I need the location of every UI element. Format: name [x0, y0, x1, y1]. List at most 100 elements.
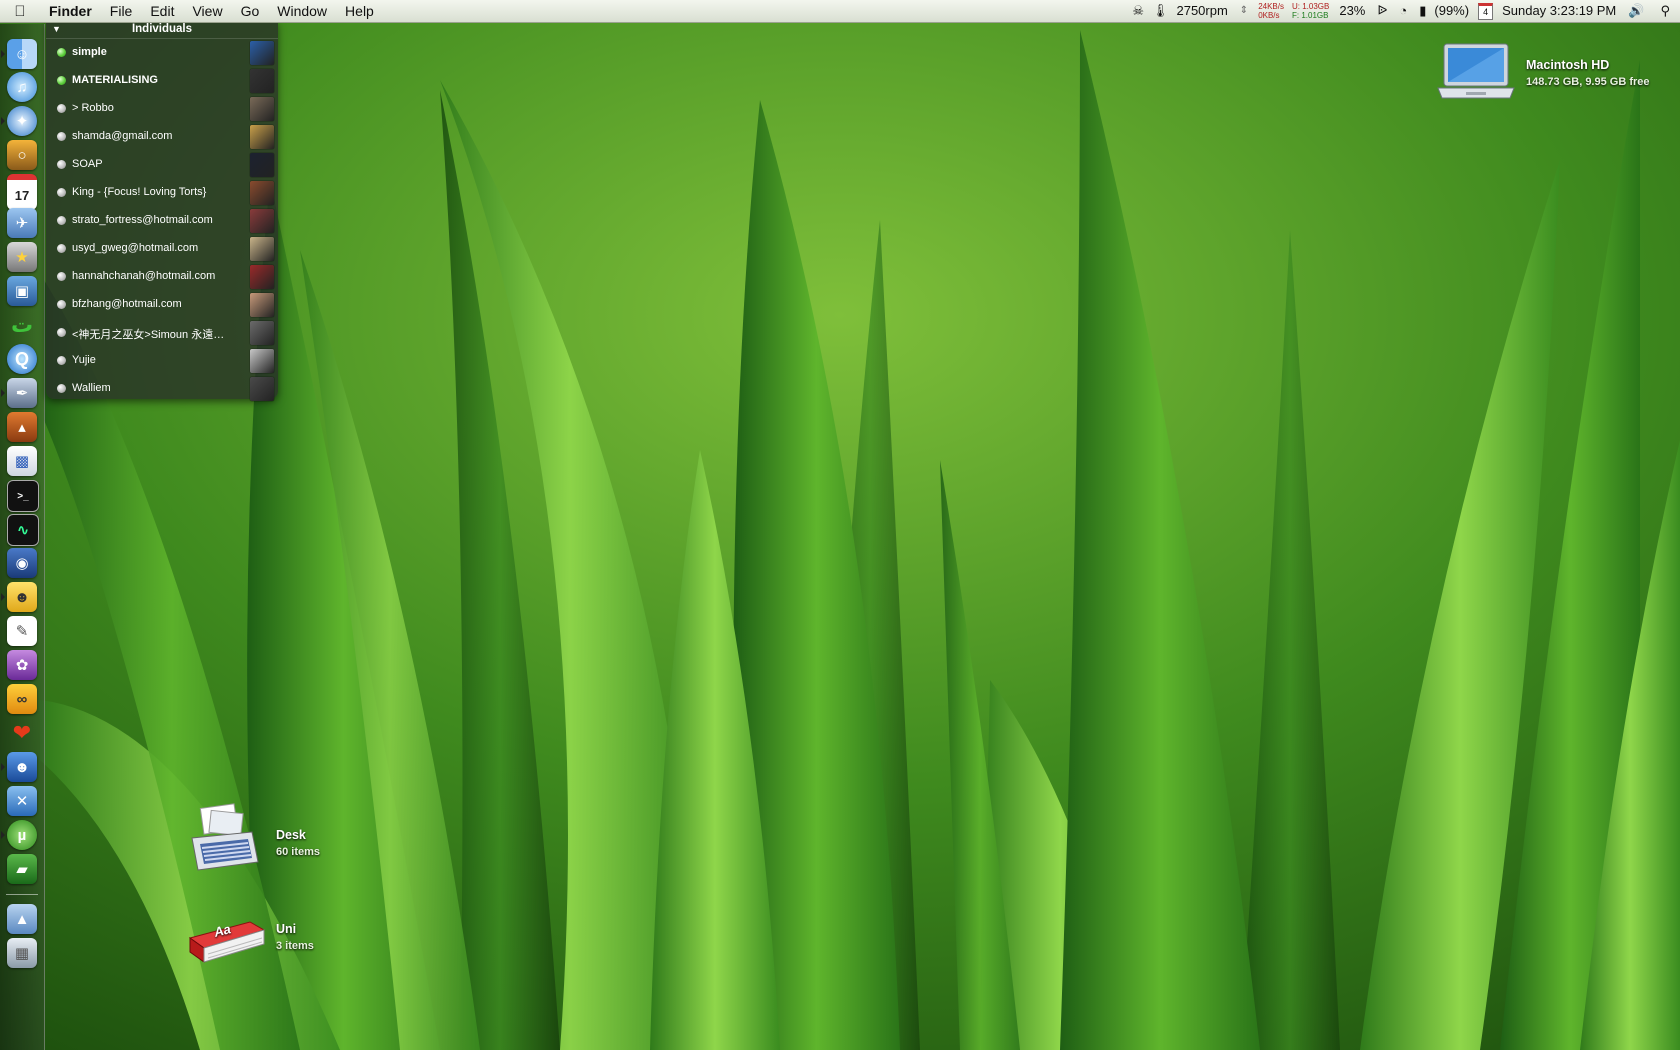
battery-icon[interactable]: ▮: [1413, 0, 1428, 22]
buddy-row[interactable]: strato_fortress@hotmail.com: [46, 207, 278, 235]
photo-booth-icon[interactable]: ▣: [7, 276, 37, 306]
buddy-avatar[interactable]: [250, 293, 274, 317]
preview-icon[interactable]: ✈: [7, 208, 37, 238]
buddy-name: SOAP: [72, 158, 103, 170]
textedit-icon[interactable]: ✎: [7, 616, 37, 646]
buddy-row[interactable]: Yujie: [46, 347, 278, 375]
desk-folder-name: Desk: [276, 828, 306, 842]
bluetooth-icon[interactable]: ᐉ: [1371, 0, 1393, 22]
applications-folder-icon[interactable]: ▲: [7, 904, 37, 934]
keynote-icon[interactable]: ▴: [7, 412, 37, 442]
disclosure-triangle-icon[interactable]: ▼: [52, 21, 61, 38]
green-app-icon[interactable]: ت: [7, 310, 37, 340]
wifi-icon[interactable]: ◔: [1393, 0, 1413, 22]
macintosh-hd[interactable]: Macintosh HD 148.73 GB, 9.95 GB free: [1436, 40, 1680, 110]
running-indicator: [1, 763, 5, 771]
purple-app-icon[interactable]: ✿: [7, 650, 37, 680]
status-dot-icon: [57, 356, 66, 365]
buddy-avatar[interactable]: [250, 349, 274, 373]
thermometer-icon[interactable]: 🌡: [1150, 0, 1171, 22]
cpu-usage-readout[interactable]: 23%: [1333, 0, 1371, 22]
fan-speed-readout[interactable]: 2750rpm: [1170, 0, 1233, 22]
buddy-avatar[interactable]: [250, 237, 274, 261]
buddy-row[interactable]: <神无月之巫女>Simoun 永遠…: [46, 319, 278, 347]
buddy-row[interactable]: bfzhang@hotmail.com: [46, 291, 278, 319]
volume-icon[interactable]: 🔊: [1622, 0, 1650, 22]
fan-stepper-icon[interactable]: ⇕: [1234, 0, 1254, 22]
buddy-row[interactable]: hannahchanah@hotmail.com: [46, 263, 278, 291]
utorrent-icon[interactable]: µ: [7, 820, 37, 850]
buddy-avatar[interactable]: [250, 321, 274, 345]
menu-app-name[interactable]: Finder: [40, 0, 101, 22]
orange-app-icon[interactable]: ∞: [7, 684, 37, 714]
buddy-name: hannahchanah@hotmail.com: [72, 270, 216, 282]
charts-app-icon[interactable]: ▩: [7, 446, 37, 476]
trash-icon[interactable]: ▦: [7, 938, 37, 968]
battery-percent[interactable]: (99%): [1428, 0, 1475, 22]
status-dot-icon: [57, 384, 66, 393]
buddy-name: shamda@gmail.com: [72, 130, 173, 142]
buddy-avatar[interactable]: [250, 265, 274, 289]
buddy-list-window: ▼ Individuals simple MATERIALISING > Robbo…: [46, 21, 278, 401]
hd-name: Macintosh HD: [1526, 58, 1610, 72]
buddy-avatar[interactable]: [250, 97, 274, 121]
buddy-row[interactable]: shamda@gmail.com: [46, 123, 278, 151]
clock[interactable]: Sunday 3:23:19 PM: [1496, 0, 1622, 22]
status-dot-icon: [57, 160, 66, 169]
buddy-avatar[interactable]: [250, 69, 274, 93]
running-indicator: [1, 593, 5, 601]
iphoto-icon[interactable]: ○: [7, 140, 37, 170]
uni-folder[interactable]: Aa Uni 3 items: [186, 908, 356, 988]
menu-file[interactable]: File: [101, 0, 142, 22]
skull-monitor-icon[interactable]: ☠: [1126, 0, 1150, 22]
adium-icon[interactable]: ☻: [7, 582, 37, 612]
buddy-avatar[interactable]: [250, 209, 274, 233]
apple-menu-icon[interactable]: : [0, 3, 40, 20]
buddy-avatar[interactable]: [250, 125, 274, 149]
ical-icon[interactable]: 17: [7, 174, 37, 210]
buddy-row[interactable]: SOAP: [46, 151, 278, 179]
buddy-avatar[interactable]: [250, 181, 274, 205]
star-app-icon[interactable]: ★: [7, 242, 37, 272]
mem-free-readout: F: 1.01GB: [1291, 11, 1329, 20]
pen-app-icon[interactable]: ✒: [7, 378, 37, 408]
buddy-row[interactable]: simple: [46, 39, 278, 67]
spotlight-search-icon[interactable]: ⚲: [1650, 0, 1680, 22]
buddy-avatar[interactable]: [250, 41, 274, 65]
desk-folder[interactable]: Desk 60 items: [186, 802, 356, 882]
status-dot-icon: [57, 216, 66, 225]
xcode-icon[interactable]: ✕: [7, 786, 37, 816]
green-book-icon[interactable]: ▰: [7, 854, 37, 884]
menu-edit[interactable]: Edit: [141, 0, 183, 22]
buddy-row[interactable]: MATERIALISING: [46, 67, 278, 95]
menu-go[interactable]: Go: [232, 0, 269, 22]
itunes-icon[interactable]: ♫: [7, 72, 37, 102]
buddy-name: MATERIALISING: [72, 74, 158, 86]
quicktime-icon[interactable]: Q: [7, 344, 37, 374]
running-indicator: [1, 50, 5, 58]
buddy-group-header[interactable]: ▼ Individuals: [46, 21, 278, 39]
buddy-row[interactable]: Walliem: [46, 375, 278, 403]
buddy-avatar[interactable]: [250, 153, 274, 177]
uni-folder-name: Uni: [276, 922, 297, 936]
red-app-icon[interactable]: ❤: [7, 718, 37, 748]
buddy-avatar[interactable]: [250, 377, 274, 401]
safari-icon[interactable]: ✦: [7, 106, 37, 136]
desk-folder-count: 60 items: [276, 846, 321, 858]
mem-used-readout: U: 1.03GB: [1291, 2, 1330, 11]
calendar-menu-icon[interactable]: 4: [1475, 0, 1496, 22]
finder-icon[interactable]: ☺: [7, 39, 37, 69]
menu-view[interactable]: View: [183, 0, 231, 22]
activity-monitor-icon[interactable]: ∿: [7, 514, 39, 546]
buddy-row[interactable]: usyd_gweg@hotmail.com: [46, 235, 278, 263]
blue-guy-icon[interactable]: ☻: [7, 752, 37, 782]
menu-window[interactable]: Window: [268, 0, 336, 22]
memory-monitor[interactable]: U: 1.03GB F: 1.01GB: [1288, 2, 1333, 20]
terminal-icon[interactable]: >_: [7, 480, 39, 512]
buddy-row[interactable]: King - {Focus! Loving Torts}: [46, 179, 278, 207]
network-monitor[interactable]: 24KB/s 0KB/s: [1254, 2, 1288, 20]
buddy-row[interactable]: > Robbo: [46, 95, 278, 123]
hd-info: 148.73 GB, 9.95 GB free: [1526, 76, 1650, 88]
binoculars-icon[interactable]: ◉: [7, 548, 37, 578]
menu-help[interactable]: Help: [336, 0, 383, 22]
